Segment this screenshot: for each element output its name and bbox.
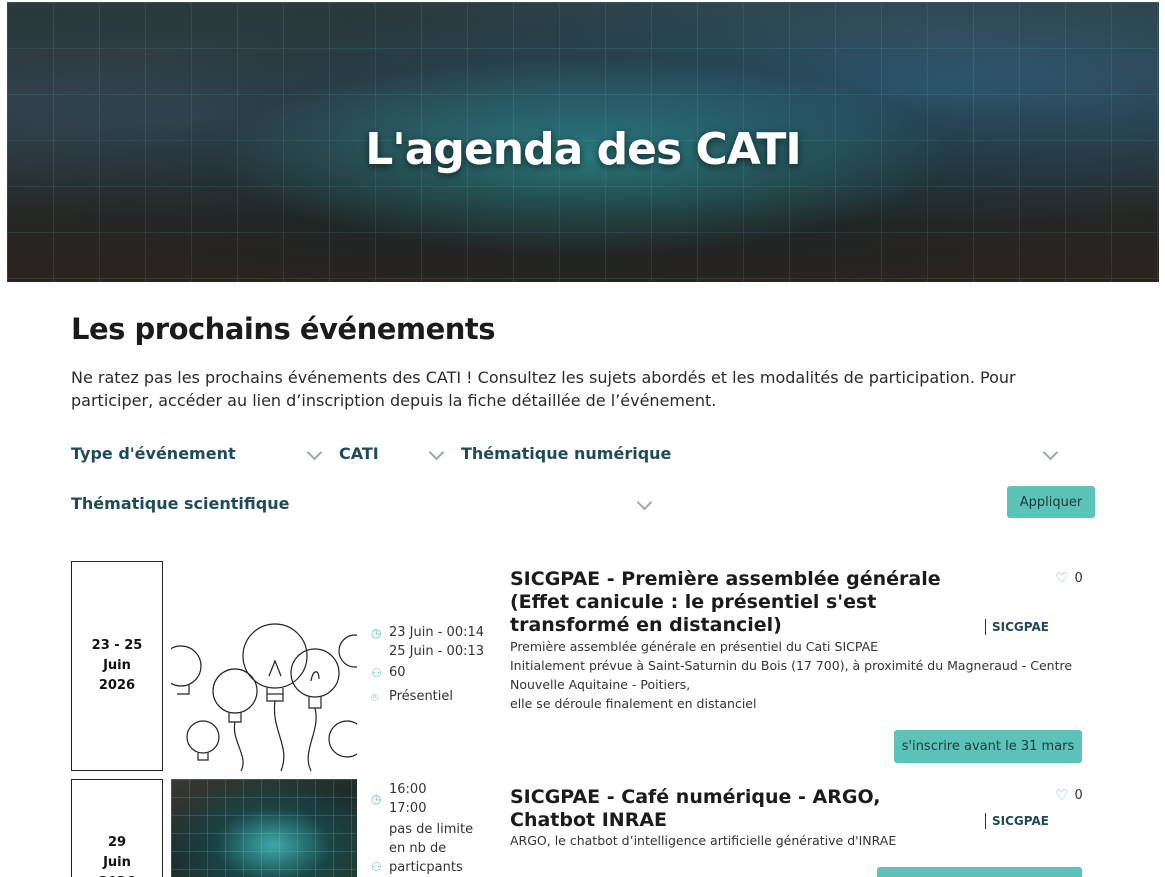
- event-description: ARGO, le chatbot d’intelligence artifici…: [510, 831, 1070, 850]
- filter-label: Thématique numérique: [461, 444, 672, 463]
- event-date-year: 2026: [99, 873, 135, 877]
- event-meta: ◷ 16:00 17:00 ⚇ pas de limite en nb de p…: [371, 780, 491, 877]
- event-image-lightbulbs[interactable]: [171, 561, 357, 771]
- event-time-start: 16:00: [389, 782, 427, 797]
- image-texture: [171, 779, 357, 877]
- users-icon: ⚇: [371, 860, 382, 874]
- chevron-down-icon: [307, 447, 321, 461]
- event-description-line: elle se déroule finalement en distanciel: [510, 696, 757, 711]
- event-date: 29 Juin 2026: [71, 779, 163, 877]
- event-date-month: Juin: [103, 658, 131, 673]
- section-title: Les prochains événements: [71, 312, 496, 346]
- event-description-line: Première assemblée générale en présentie…: [510, 639, 879, 654]
- event-date-days: 23 - 25: [91, 638, 143, 653]
- chevron-down-icon: [1043, 447, 1057, 461]
- apply-filters-button[interactable]: Appliquer: [1007, 486, 1095, 518]
- event-description-line: ARGO, le chatbot d’intelligence artifici…: [510, 833, 897, 848]
- chevron-down-icon: [637, 497, 651, 511]
- chevron-down-icon: [429, 447, 443, 461]
- event-meta: ◷ 23 Juin - 00:14 25 Juin - 00:13 ⚇ 60 ⌾…: [371, 623, 491, 711]
- filter-thematique-numerique[interactable]: Thématique numérique: [461, 444, 1057, 463]
- page-title: L'agenda des CATI: [365, 124, 802, 175]
- event-date: 23 - 25 Juin 2026: [71, 561, 163, 771]
- like-button[interactable]: ♡ 0: [1055, 569, 1083, 587]
- event-description: Première assemblée générale en présentie…: [510, 637, 1090, 713]
- filter-label: Thématique scientifique: [71, 494, 290, 513]
- event-title-link[interactable]: SICGPAE - Première assemblée générale (E…: [510, 568, 980, 637]
- hero-banner: L'agenda des CATI: [7, 2, 1159, 282]
- event-capacity: 60: [389, 665, 406, 680]
- event-time-end: 17:00: [389, 801, 427, 816]
- heart-icon: ♡: [1055, 786, 1069, 804]
- clock-icon: ◷: [371, 626, 382, 640]
- like-count: 0: [1074, 787, 1083, 803]
- event-mode: Présentiel: [389, 689, 453, 704]
- like-count: 0: [1074, 570, 1083, 586]
- filter-cati[interactable]: CATI: [339, 444, 443, 463]
- location-pin-icon: ⌾: [371, 690, 379, 704]
- event-date-year: 2026: [98, 678, 136, 693]
- filter-label: Type d'événement: [71, 444, 236, 463]
- event-date-days: 29: [107, 835, 127, 850]
- clock-icon: ◷: [371, 792, 382, 806]
- section-intro: Ne ratez pas les prochains événements de…: [71, 368, 1016, 410]
- filter-label: CATI: [339, 444, 379, 463]
- lightbulbs-illustration: [171, 561, 357, 771]
- event-image-cafe-numerique[interactable]: [171, 779, 357, 877]
- event-title-link[interactable]: SICGPAE - Café numérique - ARGO, Chatbot…: [510, 786, 960, 832]
- heart-icon: ♡: [1055, 569, 1069, 587]
- users-icon: ⚇: [371, 666, 382, 680]
- event-description-line: Initialement prévue à Saint-Saturnin du …: [510, 658, 1073, 692]
- like-button[interactable]: ♡ 0: [1055, 786, 1083, 804]
- filter-thematique-scientifique[interactable]: Thématique scientifique: [71, 494, 651, 513]
- event-time-end: 25 Juin - 00:13: [389, 644, 485, 659]
- filter-type-evenement[interactable]: Type d'événement: [71, 444, 321, 463]
- register-button[interactable]: s'inscrire avant le 31 mars: [894, 730, 1082, 763]
- cati-tag[interactable]: SICGPAE: [985, 619, 1049, 635]
- cati-tag[interactable]: SICGPAE: [985, 813, 1049, 829]
- event-date-month: Juin: [103, 855, 131, 870]
- register-button[interactable]: [877, 867, 1082, 877]
- event-capacity: pas de limite en nb de particpants: [389, 822, 474, 875]
- event-time-start: 23 Juin - 00:14: [389, 625, 485, 640]
